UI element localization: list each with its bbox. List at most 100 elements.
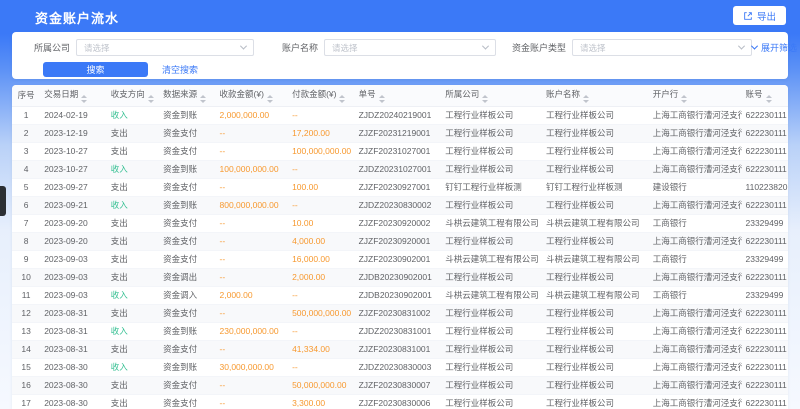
cell-index: 17 (12, 394, 40, 409)
company-select[interactable]: 请选择 (76, 39, 254, 56)
export-button-label: 导出 (757, 9, 776, 23)
cell-company: 斗栱云建筑工程有限公司 (441, 250, 542, 268)
sort-icon[interactable] (81, 95, 87, 103)
cell-payment: 50,000,000.00 (288, 376, 355, 394)
cell-date: 2023-09-27 (40, 178, 107, 196)
cell-account-name: 工程行业样板公司 (542, 106, 649, 124)
cell-direction: 收入 (107, 160, 159, 178)
cell-order-no: ZJZF20230831002 (355, 304, 442, 322)
column-header-direction[interactable]: 收支方向 (107, 85, 159, 106)
column-label: 账号 (746, 89, 763, 99)
cell-company: 工程行业样板公司 (441, 124, 542, 142)
cell-date: 2023-09-03 (40, 268, 107, 286)
cell-account-no: 23329499 (742, 250, 789, 268)
cell-direction: 收入 (107, 286, 159, 304)
column-header-date[interactable]: 交易日期 (40, 85, 107, 106)
column-header-order-no[interactable]: 单号 (355, 85, 442, 106)
cell-income: -- (216, 178, 289, 196)
cell-index: 11 (12, 286, 40, 304)
drawer-handle[interactable] (0, 186, 6, 216)
cell-company: 工程行业样板公司 (441, 304, 542, 322)
cell-payment: 41,334.00 (288, 340, 355, 358)
sort-icon[interactable] (379, 95, 385, 103)
transactions-table-card: 序号交易日期收支方向 数据来源收款金额(¥) 付款金额(¥) 单号 所属公司账户名称开户… (12, 85, 788, 409)
cell-account-no: 622230111 (742, 106, 789, 124)
export-button[interactable]: 导出 (733, 6, 786, 25)
sort-icon[interactable] (583, 95, 589, 103)
cell-account-no: 622230111 (742, 124, 789, 142)
cell-order-no: ZJDB20230902001 (355, 268, 442, 286)
clear-search-button[interactable]: 清空搜索 (162, 63, 198, 76)
column-header-company[interactable]: 所属公司 (441, 85, 542, 106)
table-row: 82023-09-20支出资金支付--4,000.00ZJZF202309200… (12, 232, 788, 250)
cell-source: 资金支付 (159, 178, 215, 196)
table-row: 162023-08-30支出资金支付--50,000,000.00ZJZF202… (12, 376, 788, 394)
column-header-bank[interactable]: 开户行 (649, 85, 742, 106)
column-header-account-name[interactable]: 账户名称 (542, 85, 649, 106)
account-name-select-placeholder: 请选择 (332, 42, 358, 54)
cell-source: 资金支付 (159, 142, 215, 160)
cell-date: 2023-10-27 (40, 160, 107, 178)
column-header-income[interactable]: 收款金额(¥) (216, 85, 289, 106)
sort-icon[interactable] (200, 95, 206, 103)
cell-bank: 建设银行 (649, 178, 742, 196)
cell-source: 资金支付 (159, 304, 215, 322)
cell-source: 资金支付 (159, 394, 215, 409)
cell-account-name: 工程行业样板公司 (542, 196, 649, 214)
cell-direction: 支出 (107, 178, 159, 196)
cell-direction: 支出 (107, 268, 159, 286)
cell-index: 14 (12, 340, 40, 358)
chevron-down-icon (240, 43, 247, 50)
cell-account-name: 斗栱云建筑工程有限公司 (542, 286, 649, 304)
cell-index: 15 (12, 358, 40, 376)
table-row: 122023-08-31支出资金支付--500,000,000.00ZJZF20… (12, 304, 788, 322)
cell-account-no: 622230111 (742, 196, 789, 214)
account-type-select[interactable]: 请选择 (572, 39, 752, 56)
cell-date: 2023-08-31 (40, 322, 107, 340)
column-header-source[interactable]: 数据来源 (159, 85, 215, 106)
cell-source: 资金调入 (159, 286, 215, 304)
sort-icon[interactable] (339, 95, 345, 103)
cell-index: 16 (12, 376, 40, 394)
cell-index: 13 (12, 322, 40, 340)
search-button[interactable]: 搜索 (43, 62, 148, 77)
sort-icon[interactable] (148, 95, 154, 103)
sort-icon[interactable] (766, 95, 772, 103)
cell-account-no: 622230111 (742, 340, 789, 358)
column-label: 收支方向 (111, 89, 145, 99)
table-row: 142023-08-31支出资金支付--41,334.00ZJZF2023083… (12, 340, 788, 358)
cell-order-no: ZJZF20231027001 (355, 142, 442, 160)
cell-direction: 支出 (107, 250, 159, 268)
cell-index: 1 (12, 106, 40, 124)
cell-account-name: 钉钉工程行业样板测 (542, 178, 649, 196)
cell-source: 资金支付 (159, 214, 215, 232)
cell-index: 3 (12, 142, 40, 160)
column-header-account-no[interactable]: 账号 (742, 85, 789, 106)
cell-bank: 上海工商银行漕河泾支行 (649, 142, 742, 160)
column-header-payment[interactable]: 付款金额(¥) (288, 85, 355, 106)
cell-company: 工程行业样板公司 (441, 340, 542, 358)
cell-account-name: 工程行业样板公司 (542, 142, 649, 160)
cell-payment: 4,000.00 (288, 232, 355, 250)
column-label: 单号 (359, 89, 376, 99)
cell-payment: 10.00 (288, 214, 355, 232)
sort-icon[interactable] (267, 95, 273, 103)
cell-order-no: ZJZF20230830007 (355, 376, 442, 394)
export-icon (743, 11, 753, 21)
cell-order-no: ZJDZ20240219001 (355, 106, 442, 124)
column-label: 收款金额(¥) (220, 89, 264, 99)
cell-income: -- (216, 304, 289, 322)
cell-income: -- (216, 394, 289, 409)
cell-account-no: 622230111 (742, 160, 789, 178)
chevron-down-icon (751, 43, 758, 50)
expand-filters-link[interactable]: 展开筛选 (752, 41, 797, 54)
cell-bank: 上海工商银行漕河泾支行 (649, 106, 742, 124)
sort-icon[interactable] (482, 95, 488, 103)
sort-icon[interactable] (681, 95, 687, 103)
column-label: 序号 (18, 90, 35, 100)
cell-date: 2023-08-30 (40, 376, 107, 394)
cell-source: 资金到账 (159, 322, 215, 340)
page-title: 资金账户流水 (35, 8, 119, 27)
cell-index: 7 (12, 214, 40, 232)
account-name-select[interactable]: 请选择 (324, 39, 496, 56)
